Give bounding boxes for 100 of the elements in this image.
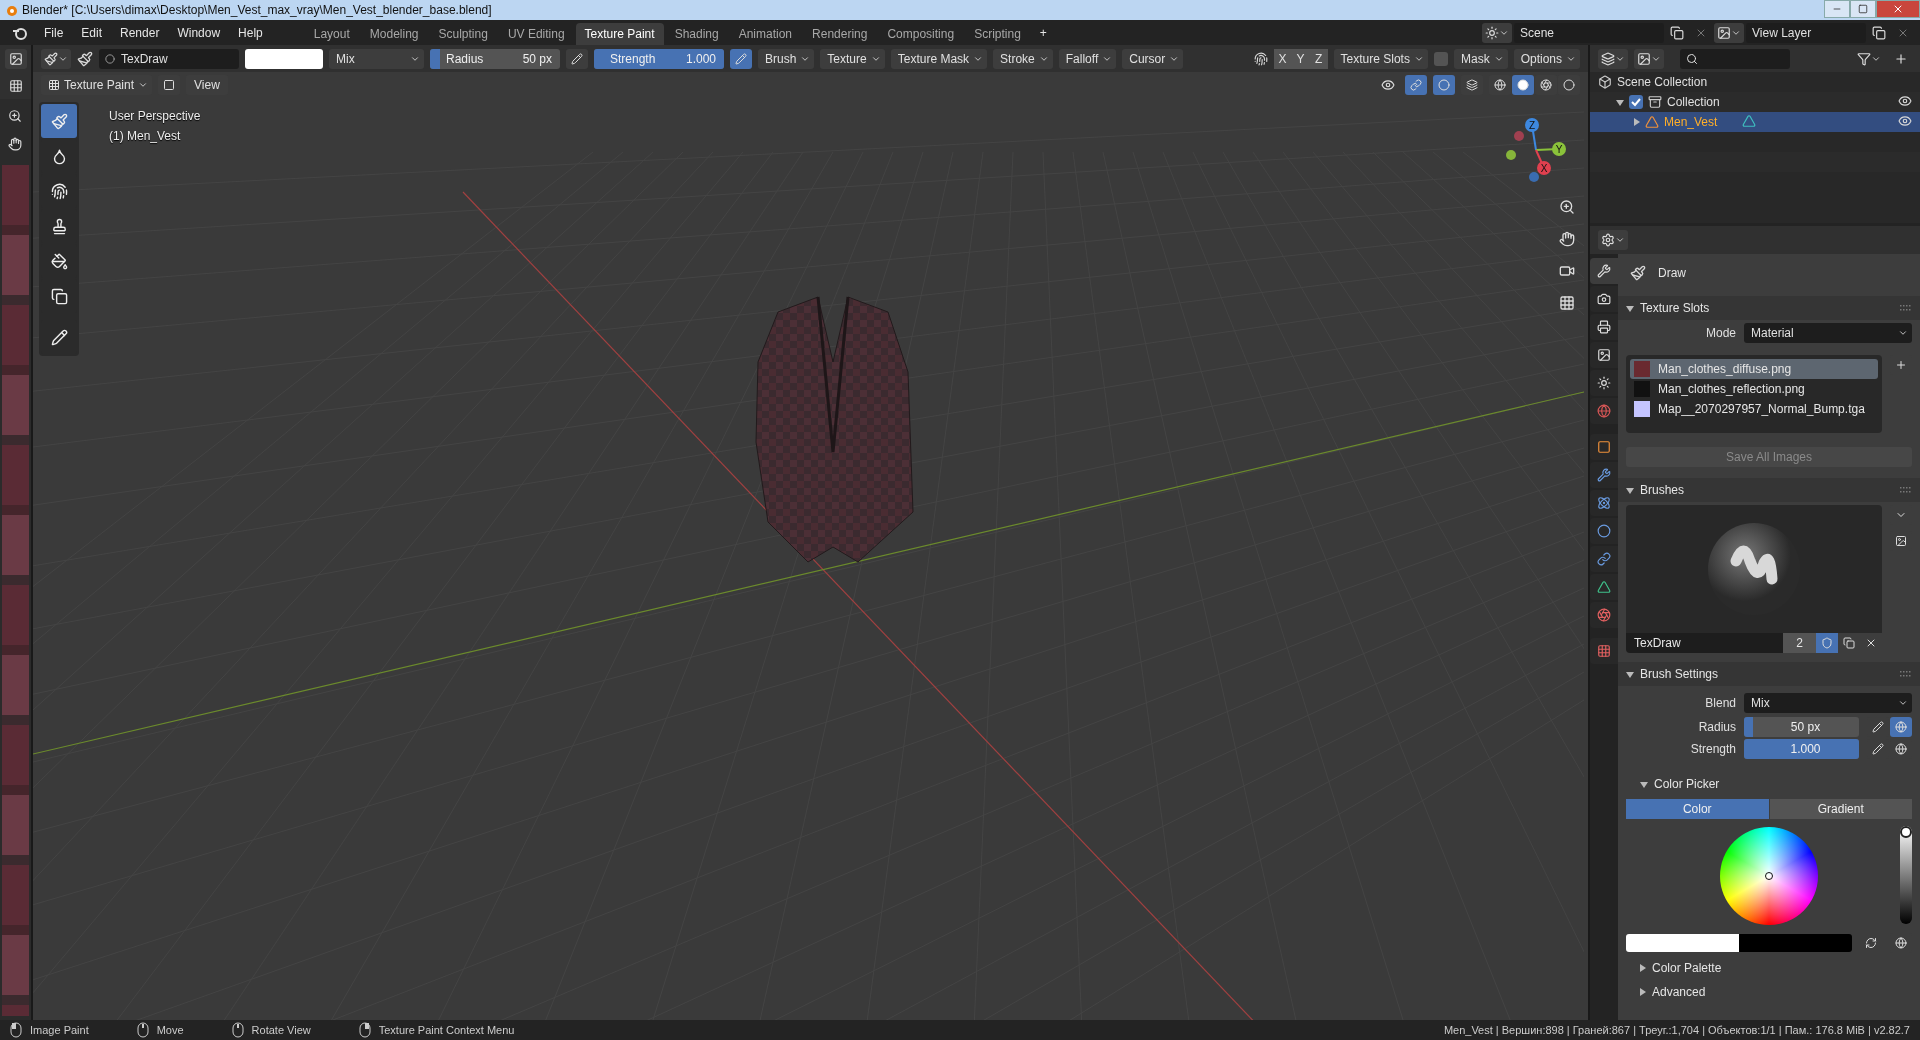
header-menu[interactable]: Brush <box>758 48 815 69</box>
header-menu[interactable]: Texture <box>820 48 885 69</box>
property-tab[interactable] <box>1590 434 1618 460</box>
maximize-button[interactable] <box>1850 0 1876 18</box>
value-slider[interactable]: Radius 50 px <box>430 48 560 69</box>
value-slider[interactable] <box>1900 826 1912 924</box>
property-tab[interactable] <box>1590 546 1618 572</box>
panel-header[interactable]: Brush Settings <box>1618 662 1920 686</box>
options-menu[interactable]: Options <box>1513 48 1580 69</box>
texture-slot-item[interactable]: Man_clothes_diffuse.png <box>1630 359 1878 379</box>
mask-menu[interactable]: Mask <box>1453 48 1508 69</box>
workspace-tab[interactable]: Compositing <box>878 23 964 45</box>
mode-dropdown[interactable]: Material <box>1744 323 1912 343</box>
property-tab[interactable] <box>1590 490 1618 516</box>
blend-dropdown[interactable]: Mix <box>1744 693 1912 713</box>
property-tab[interactable] <box>1590 342 1618 368</box>
property-tab[interactable] <box>1590 518 1618 544</box>
header-menu[interactable]: Falloff <box>1058 48 1117 69</box>
overlays-toggle[interactable] <box>1433 75 1455 95</box>
search-field[interactable] <box>1680 48 1790 69</box>
menu-item[interactable]: File <box>36 22 72 43</box>
workspace-tab[interactable]: Modeling <box>360 23 428 45</box>
mesh-data-icon <box>1742 113 1757 128</box>
add-workspace-button[interactable]: + <box>1031 22 1055 43</box>
texture-slots-menu[interactable]: Texture Slots <box>1333 48 1428 69</box>
menu-item[interactable]: Window <box>169 22 229 43</box>
color-mode-tab[interactable]: Color <box>1626 799 1769 819</box>
workspace-tab[interactable]: Sculpting <box>429 23 497 45</box>
editor-type-button[interactable] <box>4 48 27 69</box>
editor-type-button[interactable] <box>1598 230 1628 250</box>
paint-mode-selector[interactable] <box>41 48 71 69</box>
workspace-tab[interactable]: Scripting <box>965 23 1030 45</box>
grip-icon[interactable] <box>1900 671 1912 677</box>
property-tab[interactable] <box>1590 314 1618 340</box>
panel-header[interactable]: Color Picker <box>1618 772 1920 796</box>
circle-icon <box>1517 79 1529 91</box>
brush-icon <box>50 112 68 130</box>
header-menu[interactable]: Stroke <box>993 48 1053 69</box>
axis-toggle[interactable]: X <box>1273 48 1292 69</box>
texture-slot-item[interactable]: Map__2070297957_Normal_Bump.tga <box>1630 399 1878 419</box>
display-mode-selector[interactable] <box>1598 48 1628 69</box>
value-slider[interactable]: 50 px <box>1744 717 1859 737</box>
texture-slot-item[interactable]: Man_clothes_reflection.png <box>1630 379 1878 399</box>
view-layer-selector[interactable] <box>1634 48 1664 69</box>
axis-toggle[interactable]: Z <box>1309 48 1328 69</box>
checkbox[interactable] <box>1629 95 1643 109</box>
property-tab[interactable] <box>1590 258 1618 284</box>
color-swatch[interactable] <box>1739 934 1852 952</box>
menu-item[interactable]: Render <box>112 22 168 43</box>
grip-icon[interactable] <box>1900 487 1912 493</box>
brush-name-field[interactable]: TexDraw <box>1626 633 1783 653</box>
color-swatch[interactable] <box>1626 934 1739 952</box>
overlapping-squares-icon <box>50 287 68 305</box>
color-swatch[interactable] <box>245 48 323 69</box>
grip-icon[interactable] <box>1900 305 1912 311</box>
scene-selector[interactable] <box>1482 22 1512 43</box>
property-tab[interactable] <box>1590 370 1618 396</box>
user-count[interactable]: 2 <box>1783 633 1816 653</box>
view-layer-selector[interactable] <box>1714 22 1744 43</box>
property-tab[interactable] <box>1590 286 1618 312</box>
gizmo-toggle[interactable] <box>1405 75 1427 95</box>
fake-user-button[interactable] <box>1816 633 1838 653</box>
eye-icon <box>1898 113 1912 128</box>
header-menu[interactable]: Texture Mask <box>890 48 988 69</box>
value-slider[interactable]: Strength 1.000 <box>594 48 724 69</box>
box-icon <box>1598 75 1612 89</box>
brush-name-field[interactable]: TexDraw <box>99 48 239 69</box>
triangle-icon <box>1597 580 1611 594</box>
globe-icon[interactable] <box>1890 717 1912 737</box>
workspace-tab[interactable]: Animation <box>729 23 802 45</box>
workspace-tab[interactable]: Shading <box>665 23 728 45</box>
panel-header[interactable]: Color Palette <box>1618 956 1920 980</box>
property-tab[interactable] <box>1590 574 1618 600</box>
menu-item[interactable]: Help <box>230 22 271 43</box>
solid-shading-button[interactable] <box>1512 75 1534 95</box>
pressure-icon[interactable] <box>566 48 588 69</box>
plus-icon <box>1895 359 1907 371</box>
mask-checkbox[interactable] <box>1433 51 1448 66</box>
scene-field[interactable]: Scene <box>1514 22 1664 43</box>
navigation-gizmo-drawing[interactable]: Z Y X <box>1498 102 1588 192</box>
workspace-tab[interactable]: Layout <box>304 23 359 45</box>
blend-dropdown[interactable]: Mix <box>329 48 424 69</box>
header-menu[interactable]: Cursor <box>1122 48 1184 69</box>
value-slider[interactable]: 1.000 <box>1744 739 1859 759</box>
axis-toggle[interactable]: Y <box>1291 48 1310 69</box>
particles-icon <box>1597 496 1611 510</box>
panel-header[interactable]: Texture Slots <box>1618 296 1920 320</box>
pressure-icon[interactable] <box>730 48 752 69</box>
workspace-tab[interactable]: UV Editing <box>498 23 574 45</box>
menu-item[interactable]: Edit <box>73 22 111 43</box>
panel-header[interactable]: Advanced <box>1618 980 1920 1004</box>
property-tab[interactable] <box>1590 462 1618 488</box>
panel-header[interactable]: Brushes <box>1618 478 1920 502</box>
scene-icon <box>1597 376 1611 390</box>
workspace-tab[interactable]: Rendering <box>803 23 877 45</box>
view-layer-field[interactable]: View Layer <box>1746 22 1866 43</box>
workspace-tab[interactable]: Texture Paint <box>575 23 664 45</box>
color-mode-tab[interactable]: Gradient <box>1769 799 1912 819</box>
outliner-row[interactable]: Men_Vest <box>1590 112 1920 132</box>
checkmark-icon <box>1631 97 1641 107</box>
